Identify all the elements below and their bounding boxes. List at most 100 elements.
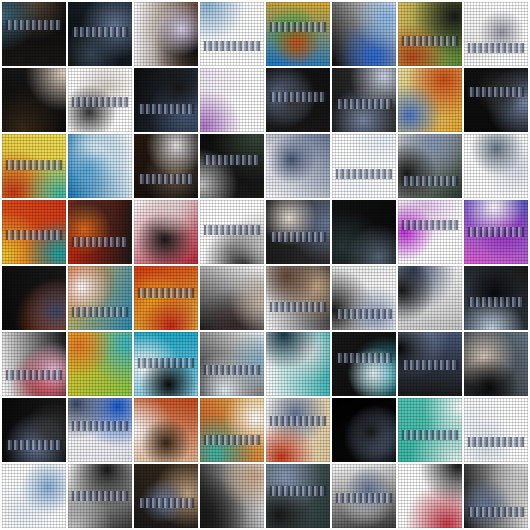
grid-tile — [266, 464, 330, 528]
tile-stripe-artifact — [468, 437, 524, 447]
tile-texture — [266, 398, 330, 462]
tile-texture — [2, 200, 66, 264]
grid-tile — [464, 68, 528, 132]
grid-tile — [68, 464, 132, 528]
tile-texture — [266, 332, 330, 396]
tile-texture — [266, 68, 330, 132]
tile-stripe-artifact — [72, 491, 128, 501]
tile-texture — [134, 266, 198, 330]
grid-tile — [398, 464, 462, 528]
tile-texture — [398, 200, 462, 264]
tile-stripe-artifact — [270, 416, 326, 426]
grid-tile — [464, 464, 528, 528]
tile-texture — [134, 2, 198, 66]
tile-stripe-artifact — [204, 435, 260, 445]
tile-stripe-artifact — [468, 507, 524, 517]
tile-stripe-artifact — [72, 97, 128, 107]
tile-stripe-artifact — [402, 220, 458, 230]
tile-texture — [68, 134, 132, 198]
tile-texture — [266, 134, 330, 198]
tile-stripe-artifact — [336, 169, 392, 179]
tile-stripe-artifact — [336, 99, 392, 109]
tile-texture — [464, 464, 528, 528]
tile-texture — [2, 398, 66, 462]
tile-texture — [398, 332, 462, 396]
grid-tile — [266, 398, 330, 462]
tile-stripe-artifact — [336, 309, 392, 319]
tile-stripe-artifact — [336, 353, 392, 363]
tile-texture — [200, 398, 264, 462]
tile-texture — [332, 68, 396, 132]
grid-tile — [332, 464, 396, 528]
grid-tile — [332, 398, 396, 462]
grid-tile — [2, 266, 66, 330]
tile-texture — [266, 464, 330, 528]
tile-stripe-artifact — [402, 360, 458, 370]
tile-texture — [398, 398, 462, 462]
tile-stripe-artifact — [6, 370, 62, 380]
tile-stripe-artifact — [6, 440, 62, 450]
tile-texture — [200, 68, 264, 132]
grid-tile — [68, 68, 132, 132]
grid-tile — [464, 398, 528, 462]
tile-stripe-artifact — [204, 365, 260, 375]
tile-stripe-artifact — [72, 307, 128, 317]
grid-tile — [266, 266, 330, 330]
tile-stripe-artifact — [72, 421, 128, 431]
grid-tile — [68, 2, 132, 66]
tile-texture — [464, 134, 528, 198]
tile-texture — [332, 464, 396, 528]
tile-texture — [332, 200, 396, 264]
grid-tile — [68, 134, 132, 198]
grid-tile — [398, 200, 462, 264]
grid-tile — [266, 68, 330, 132]
grid-tile — [200, 332, 264, 396]
grid-tile — [200, 200, 264, 264]
tile-texture — [68, 200, 132, 264]
tile-texture — [464, 266, 528, 330]
grid-tile — [2, 398, 66, 462]
grid-tile — [398, 266, 462, 330]
tile-texture — [464, 398, 528, 462]
grid-tile — [200, 134, 264, 198]
grid-tile — [2, 332, 66, 396]
tile-stripe-artifact — [270, 232, 326, 242]
tile-stripe-artifact — [138, 174, 194, 184]
tile-texture — [2, 332, 66, 396]
tile-stripe-artifact — [204, 41, 260, 51]
grid-tile — [2, 464, 66, 528]
tile-texture — [68, 398, 132, 462]
grid-tile — [266, 200, 330, 264]
grid-tile — [68, 398, 132, 462]
tile-stripe-artifact — [6, 160, 62, 170]
grid-tile — [332, 134, 396, 198]
tile-texture — [134, 134, 198, 198]
grid-tile — [68, 200, 132, 264]
grid-tile — [464, 134, 528, 198]
tile-texture — [266, 200, 330, 264]
tile-texture — [464, 68, 528, 132]
tile-stripe-artifact — [204, 155, 260, 165]
tile-texture — [398, 68, 462, 132]
tile-stripe-artifact — [138, 288, 194, 298]
grid-tile — [68, 266, 132, 330]
tile-texture — [134, 464, 198, 528]
tile-texture — [2, 2, 66, 66]
grid-tile — [266, 332, 330, 396]
grid-tile — [2, 134, 66, 198]
grid-tile — [464, 332, 528, 396]
tile-texture — [398, 2, 462, 66]
grid-tile — [200, 2, 264, 66]
tile-stripe-artifact — [402, 176, 458, 186]
grid-tile — [200, 398, 264, 462]
tile-texture — [200, 200, 264, 264]
tile-stripe-artifact — [138, 104, 194, 114]
tile-texture — [134, 200, 198, 264]
tile-stripe-artifact — [72, 27, 128, 37]
tile-stripe-artifact — [6, 20, 62, 30]
grid-tile — [398, 134, 462, 198]
tile-texture — [332, 134, 396, 198]
tile-texture — [2, 464, 66, 528]
grid-tile — [68, 332, 132, 396]
grid-tile — [200, 464, 264, 528]
